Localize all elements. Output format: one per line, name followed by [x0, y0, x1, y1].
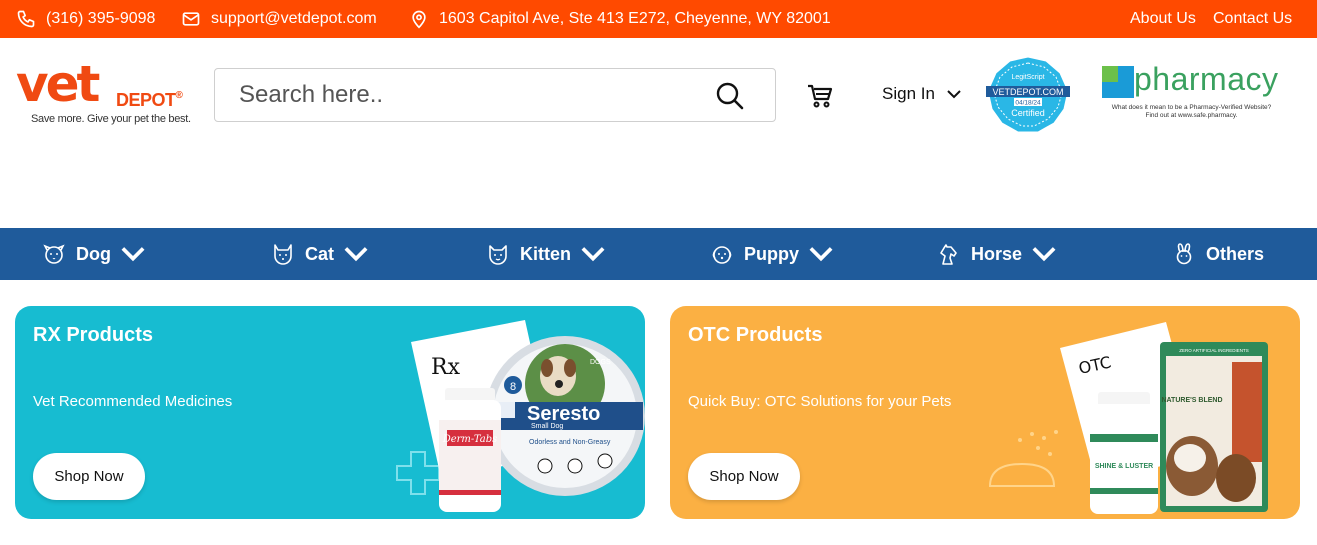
category-nav: Dog Cat Kitten Puppy Horse Others — [0, 228, 1317, 280]
rx-card-subtitle: Vet Recommended Medicines — [33, 393, 233, 410]
street-address: 1603 Capitol Ave, Ste 413 E272, Cheyenne… — [439, 10, 831, 27]
kitten-face-icon — [489, 245, 507, 265]
logo-vet-text: vet — [16, 55, 100, 113]
nav-label-cat: Cat — [305, 243, 335, 264]
contact-us-link[interactable]: Contact Us — [1213, 0, 1292, 38]
dog-face-icon — [43, 244, 65, 264]
rx-products-card[interactable]: RX Products Vet Recommended Medicines Sh… — [15, 306, 645, 519]
nav-label-dog: Dog — [76, 243, 111, 264]
cat-face-icon — [274, 244, 292, 265]
location-pin-icon — [412, 10, 426, 29]
nav-item-cat[interactable]: Cat — [271, 228, 368, 280]
legitscript-date: 04/18/24 — [1015, 100, 1041, 107]
chevron-down-icon — [947, 89, 961, 98]
chevron-down-icon — [581, 247, 605, 262]
rx-card-title: RX Products — [33, 324, 154, 346]
top-bar: (316) 395-9098 support@vetdepot.com 1603… — [0, 0, 1317, 38]
rabbit-icon — [1176, 243, 1192, 265]
chevron-down-icon — [1032, 247, 1056, 262]
rx-pad-label: Rx — [431, 355, 461, 380]
cross-decoration-icon — [396, 451, 440, 495]
chevron-down-icon — [344, 247, 368, 262]
pharmacy-subtext: What does it mean to be a Pharmacy-Verif… — [1111, 104, 1272, 119]
about-us-link[interactable]: About Us — [1130, 0, 1196, 38]
logo-depot-text: DEPOT® — [116, 90, 183, 110]
otc-shop-now-button[interactable]: Shop Now — [688, 453, 800, 500]
legitscript-status: Certified — [1011, 108, 1045, 118]
pharmacy-word: pharmacy — [1134, 61, 1279, 97]
nav-item-others[interactable]: Others — [1172, 228, 1264, 280]
collar-dogs-label: DOGS — [590, 359, 611, 366]
pet-bowl-decoration-icon — [988, 462, 1056, 487]
search-bar — [214, 68, 776, 122]
otc-products-card[interactable]: OTC Products Quick Buy: OTC Solutions fo… — [670, 306, 1300, 519]
nav-item-dog[interactable]: Dog — [42, 228, 145, 280]
puppy-face-icon — [712, 246, 732, 264]
rx-products-image: Rx 8 DOGS Seresto Small Dog Odorless and… — [396, 320, 645, 512]
otc-card-title: OTC Products — [688, 324, 823, 346]
collar-brand: Seresto — [527, 403, 600, 425]
sign-in-label: Sign In — [882, 84, 935, 103]
collar-badge-number: 8 — [510, 381, 516, 393]
search-icon[interactable] — [715, 81, 745, 111]
legitscript-site: VETDEPOT.COM — [992, 87, 1063, 97]
bag-label: NATURE'S BLEND — [1161, 397, 1222, 404]
legitscript-brand: LegitScript — [1011, 74, 1044, 81]
nav-label-puppy: Puppy — [744, 243, 800, 264]
vetdepot-logo[interactable]: vet DEPOT® Save more. Give your pet the … — [16, 59, 206, 133]
bag-top-label: ZERO ARTIFICIAL INGREDIENTS — [1179, 348, 1249, 353]
phone-icon — [17, 10, 35, 28]
phone-contact[interactable]: (316) 395-9098 — [16, 0, 155, 38]
search-input[interactable] — [239, 81, 679, 109]
otc-products-image: OTC ZERO ARTIFICIAL INGREDIENTS NATURE'S… — [988, 322, 1268, 514]
nav-label-horse: Horse — [971, 243, 1023, 264]
horse-head-icon — [940, 244, 957, 265]
nav-item-kitten[interactable]: Kitten — [486, 228, 605, 280]
cart-icon[interactable] — [806, 83, 834, 109]
chevron-down-icon — [809, 247, 833, 262]
email-contact[interactable]: support@vetdepot.com — [181, 0, 377, 38]
bottle-label: SHINE & LUSTER — [1095, 463, 1153, 470]
phone-number: (316) 395-9098 — [46, 10, 156, 27]
nav-label-others: Others — [1206, 243, 1265, 264]
collar-note: Odorless and Non-Greasy — [529, 439, 611, 446]
address-contact: 1603 Capitol Ave, Ste 413 E272, Cheyenne… — [409, 0, 831, 38]
sign-in-menu[interactable]: Sign In — [882, 84, 961, 104]
nav-label-kitten: Kitten — [520, 243, 571, 264]
pharmacy-verified-badge[interactable]: pharmacy What does it mean to be a Pharm… — [1100, 61, 1290, 124]
nav-item-horse[interactable]: Horse — [937, 228, 1056, 280]
chevron-down-icon — [121, 247, 145, 262]
nav-item-puppy[interactable]: Puppy — [710, 228, 833, 280]
otc-card-subtitle: Quick Buy: OTC Solutions for your Pets — [688, 393, 952, 410]
pharmacy-logo-mark — [1102, 66, 1134, 98]
collar-sub: Small Dog — [531, 423, 563, 430]
email-address: support@vetdepot.com — [211, 10, 377, 27]
logo-tagline: Save more. Give your pet the best. — [31, 113, 191, 125]
rx-shop-now-button[interactable]: Shop Now — [33, 453, 145, 500]
bottle-label: Derm-Tabs — [442, 434, 498, 445]
mail-icon — [182, 12, 200, 26]
legitscript-badge[interactable]: LegitScript VETDEPOT.COM 04/18/24 Certif… — [984, 55, 1072, 135]
